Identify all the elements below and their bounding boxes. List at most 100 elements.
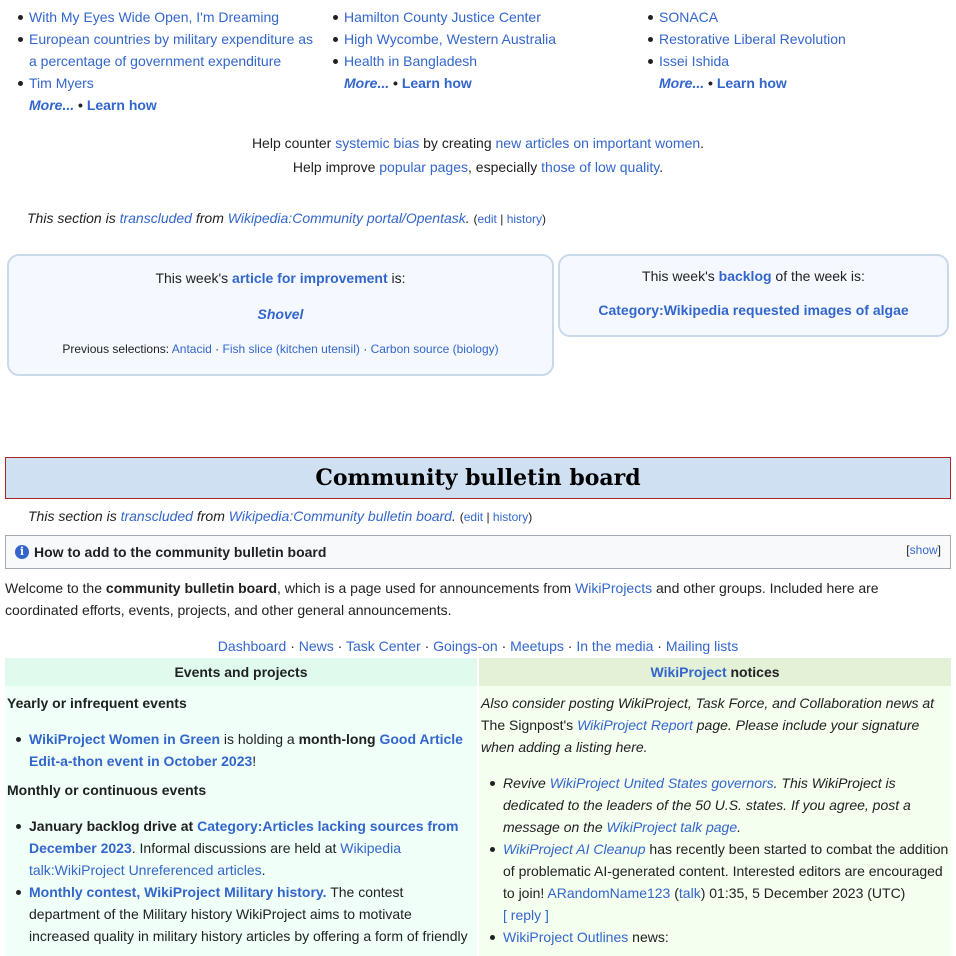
more-link[interactable]: More... xyxy=(659,75,704,91)
more-row: More... • Learn how xyxy=(15,94,320,116)
previous-selection-link[interactable]: Antacid xyxy=(172,342,212,356)
transclusion-note: This section is transcluded from Wikiped… xyxy=(27,210,546,226)
note-text: from xyxy=(192,508,229,524)
more-row: More... • Learn how xyxy=(330,72,630,94)
list-item[interactable]: Restorative Liberal Revolution xyxy=(645,28,945,50)
note-text: . xyxy=(451,508,456,524)
monthly-heading: Monthly or continuous events xyxy=(7,782,207,798)
welcome-paragraph: Welcome to the community bulletin board,… xyxy=(5,577,905,621)
transcluded-link[interactable]: transcluded xyxy=(121,508,193,524)
dot-separator: · xyxy=(290,638,295,654)
notices-panel: WikiProject notices Also consider postin… xyxy=(479,658,951,956)
help-line-popular-pages: Help improve popular pages, especially t… xyxy=(0,155,956,179)
wikiproject-outlines-link[interactable]: WikiProject Outlines xyxy=(503,929,628,945)
wikiproject-link[interactable]: WikiProject xyxy=(650,664,726,680)
how-to-add-collapsible[interactable]: i How to add to the community bulletin b… xyxy=(5,535,951,569)
item-text: . xyxy=(261,862,266,878)
reply-button[interactable]: [ reply ] xyxy=(503,907,549,923)
list-item[interactable]: European countries by military expenditu… xyxy=(15,28,320,72)
previous-selection-link[interactable]: Fish slice (kitchen utensil) xyxy=(222,342,359,356)
military-history-contest-link[interactable]: Monthly contest, WikiProject Military hi… xyxy=(29,884,327,900)
learn-how-link[interactable]: Learn how xyxy=(717,75,787,91)
nav-task-center[interactable]: Task Center xyxy=(346,638,421,654)
edit-link[interactable]: edit xyxy=(478,212,497,226)
how-to-add-title: How to add to the community bulletin boa… xyxy=(34,544,327,560)
help-text: , especially xyxy=(468,159,542,175)
list-item-link[interactable]: European countries by military expenditu… xyxy=(29,31,313,69)
list-item[interactable]: Issei Ishida xyxy=(645,50,945,72)
list-item[interactable]: Health in Bangladesh xyxy=(330,50,630,72)
list-item-link[interactable]: Issei Ishida xyxy=(659,53,729,69)
events-header: Events and projects xyxy=(5,658,477,686)
list-item-link[interactable]: With My Eyes Wide Open, I'm Dreaming xyxy=(29,9,279,25)
notices-body: Also consider posting WikiProject, Task … xyxy=(479,692,951,948)
popular-pages-link[interactable]: popular pages xyxy=(379,159,468,175)
more-link[interactable]: More... xyxy=(344,75,389,91)
intro-text: The Signpost's xyxy=(481,717,578,733)
week-article-title[interactable]: Shovel xyxy=(9,304,552,324)
yearly-heading: Yearly or infrequent events xyxy=(7,695,187,711)
list-item[interactable]: SONACA xyxy=(645,6,945,28)
low-quality-link[interactable]: those of low quality xyxy=(541,159,659,175)
talk-link[interactable]: talk xyxy=(679,885,701,901)
intro-text: is: xyxy=(387,270,406,286)
note-text: . xyxy=(465,210,470,226)
wikiproject-talk-page-link[interactable]: WikiProject talk page xyxy=(607,819,738,835)
list-item[interactable]: High Wycombe, Western Australia xyxy=(330,28,630,50)
nav-dashboard[interactable]: Dashboard xyxy=(218,638,287,654)
notices-list: Revive WikiProject United States governo… xyxy=(481,772,949,948)
monthly-list: January backlog drive at Category:Articl… xyxy=(7,815,475,947)
item-text: news: xyxy=(628,929,669,945)
ai-cleanup-link[interactable]: WikiProject AI Cleanup xyxy=(503,841,646,857)
list-item[interactable]: Hamilton County Justice Center xyxy=(330,6,630,28)
nav-mailing-lists[interactable]: Mailing lists xyxy=(666,638,738,654)
list-item-link[interactable]: SONACA xyxy=(659,9,718,25)
bulletin-nav: Dashboard · News · Task Center · Goings-… xyxy=(0,634,956,658)
systemic-bias-link[interactable]: systemic bias xyxy=(335,135,419,151)
nav-goings-on[interactable]: Goings-on xyxy=(433,638,498,654)
transcluded-link[interactable]: transcluded xyxy=(120,210,192,226)
notices-intro: Also consider posting WikiProject, Task … xyxy=(481,692,949,758)
user-link[interactable]: ARandomName123 xyxy=(547,885,670,901)
opentask-list: With My Eyes Wide Open, I'm Dreaming Eur… xyxy=(15,6,320,94)
wikiproject-report-link[interactable]: WikiProject Report xyxy=(577,717,693,733)
list-item-link[interactable]: Tim Myers xyxy=(29,75,94,91)
list-item-link[interactable]: Restorative Liberal Revolution xyxy=(659,31,846,47)
week-backlog-intro: This week's backlog of the week is: xyxy=(560,266,947,286)
more-link[interactable]: More... xyxy=(29,97,74,113)
backlog-link[interactable]: backlog xyxy=(719,268,772,284)
show-toggle[interactable]: [show] xyxy=(906,543,941,557)
help-text: Help counter xyxy=(251,135,336,151)
learn-how-link[interactable]: Learn how xyxy=(87,97,157,113)
new-articles-women-link[interactable]: new articles on important women xyxy=(496,135,701,151)
learn-how-link[interactable]: Learn how xyxy=(402,75,472,91)
opentask-list: SONACA Restorative Liberal Revolution Is… xyxy=(645,6,945,72)
nav-in-the-media[interactable]: In the media xyxy=(576,638,653,654)
week-backlog-title[interactable]: Category:Wikipedia requested images of a… xyxy=(560,300,947,320)
opentask-source-link[interactable]: Wikipedia:Community portal/Opentask xyxy=(228,210,466,226)
women-in-green-link[interactable]: WikiProject Women in Green xyxy=(29,731,220,747)
list-item-link[interactable]: Hamilton County Justice Center xyxy=(344,9,541,25)
list-item: WikiProject Women in Green is holding a … xyxy=(7,728,475,772)
intro-text: of the week is: xyxy=(771,268,865,284)
history-link[interactable]: history xyxy=(493,510,528,524)
item-text: is holding a xyxy=(220,731,299,747)
us-governors-link[interactable]: WikiProject United States governors xyxy=(550,775,774,791)
list-item-link[interactable]: High Wycombe, Western Australia xyxy=(344,31,556,47)
nav-news[interactable]: News xyxy=(299,638,334,654)
article-for-improvement-link[interactable]: article for improvement xyxy=(232,270,388,286)
info-icon: i xyxy=(15,545,29,559)
intro-text: This week's xyxy=(642,268,719,284)
list-item[interactable]: Tim Myers xyxy=(15,72,320,94)
edit-link[interactable]: edit xyxy=(464,510,483,524)
nav-meetups[interactable]: Meetups xyxy=(510,638,564,654)
previous-selection-link[interactable]: Carbon source (biology) xyxy=(371,342,499,356)
list-item-link[interactable]: Health in Bangladesh xyxy=(344,53,477,69)
show-button[interactable]: show xyxy=(910,543,938,557)
note-text: This section is xyxy=(27,210,120,226)
history-link[interactable]: history xyxy=(507,212,542,226)
list-item[interactable]: With My Eyes Wide Open, I'm Dreaming xyxy=(15,6,320,28)
bulletin-source-link[interactable]: Wikipedia:Community bulletin board xyxy=(229,508,452,524)
item-text: ! xyxy=(252,753,257,769)
wikiprojects-link[interactable]: WikiProjects xyxy=(575,580,652,596)
